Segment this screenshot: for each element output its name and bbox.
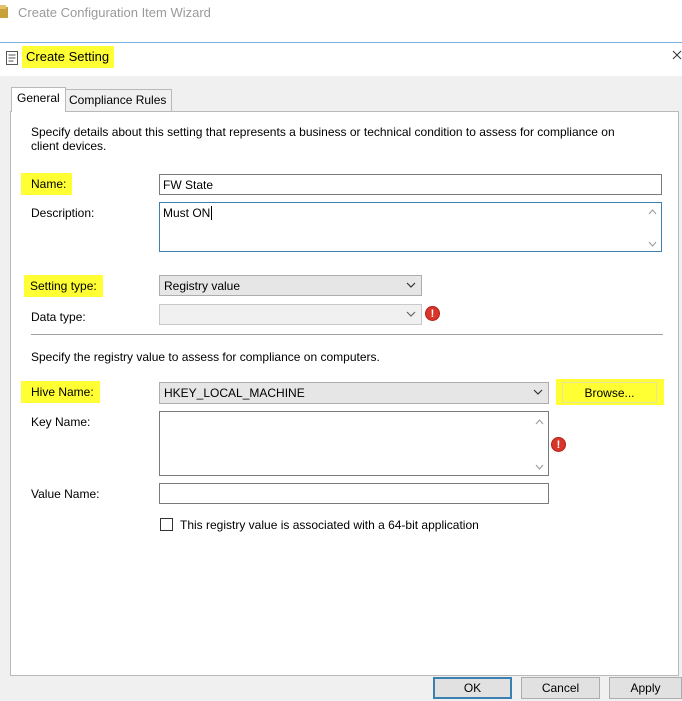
section-divider (31, 334, 663, 335)
dialog-title: Create Setting (22, 46, 115, 68)
setting-intro-text: Specify details about this setting that … (31, 125, 615, 153)
name-label: Name: (21, 173, 73, 195)
description-field[interactable]: Must ON (159, 202, 662, 252)
close-icon[interactable] (672, 48, 682, 66)
description-text: Must ON (163, 206, 211, 220)
hive-name-value: HKEY_LOCAL_MACHINE (164, 386, 305, 400)
chevron-down-icon (406, 311, 416, 317)
tab-compliance-rules[interactable]: Compliance Rules (63, 89, 173, 111)
key-name-scrollbar[interactable] (532, 413, 547, 476)
data-type-label: Data type: (31, 310, 86, 324)
name-field[interactable]: FW State (159, 174, 662, 195)
key-name-field[interactable] (159, 411, 549, 476)
setting-type-value: Registry value (164, 279, 241, 293)
key-name-label: Key Name: (31, 415, 91, 429)
ok-button[interactable]: OK (433, 677, 512, 699)
description-scrollbar[interactable] (645, 204, 660, 252)
data-type-dropdown[interactable] (159, 304, 422, 325)
wizard-app-icon (0, 5, 8, 18)
browse-button[interactable]: Browse... (562, 382, 657, 403)
chevron-down-icon (533, 389, 543, 395)
settings-document-icon (6, 51, 18, 65)
chevron-down-icon (406, 282, 416, 288)
value-name-label: Value Name: (31, 487, 100, 501)
registry-intro-text: Specify the registry value to assess for… (31, 350, 380, 364)
value-name-field[interactable] (159, 483, 549, 504)
error-icon: ! (425, 306, 440, 321)
bit64-checkbox-label[interactable]: This registry value is associated with a… (180, 518, 479, 532)
hive-name-label: Hive Name: (21, 381, 100, 403)
wizard-title: Create Configuration Item Wizard (18, 5, 211, 20)
setting-type-label: Setting type: (24, 275, 103, 297)
description-label: Description: (31, 206, 95, 220)
bit64-checkbox[interactable] (160, 518, 173, 531)
cancel-button[interactable]: Cancel (521, 677, 600, 699)
setting-type-dropdown[interactable]: Registry value (159, 275, 422, 296)
hive-name-dropdown[interactable]: HKEY_LOCAL_MACHINE (159, 382, 549, 404)
tab-general[interactable]: General (11, 87, 66, 112)
apply-button[interactable]: Apply (609, 677, 682, 699)
error-icon: ! (551, 437, 566, 452)
